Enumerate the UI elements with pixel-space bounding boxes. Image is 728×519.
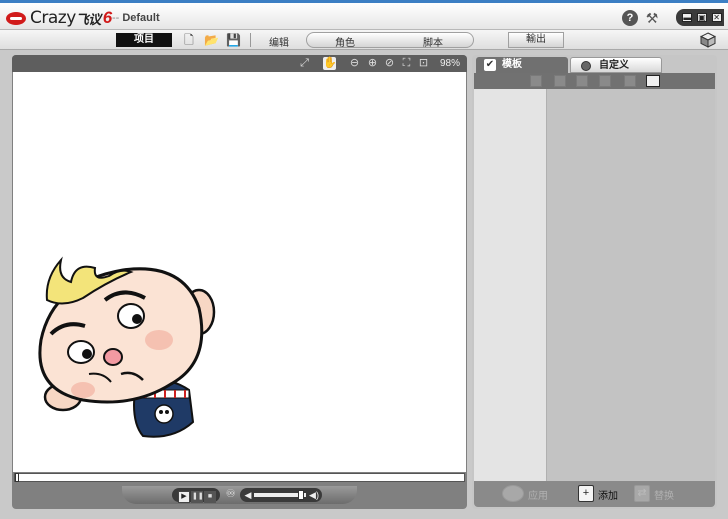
paste-icon[interactable] [599,75,611,87]
title-bar: Crazy 飞议 6 -- Default ? ⚒ ▬ ▣ ✕ [0,0,728,30]
tab-template-label: 模板 [502,59,522,70]
menu-script[interactable]: 脚本 [418,34,448,49]
volume-high-icon[interactable]: ◀) [308,489,320,501]
transport-group: ▶ ❚❚ ■ [172,488,220,503]
playback-controls: ▶ ❚❚ ■ ♾ ◀ ◀) [122,486,357,504]
volume-group: ◀ ◀) [240,488,322,502]
logo-version: 6 [102,8,113,27]
app-logo: Crazy 飞议 6 [6,8,112,28]
hand-tool-icon[interactable]: ✋ [323,57,337,70]
tab-custom[interactable]: 自定义 [570,57,662,73]
tools-icon[interactable]: ⚒ [643,9,661,27]
volume-slider-knob[interactable] [297,490,304,500]
cube-icon[interactable] [700,32,716,48]
apply-icon[interactable] [502,485,524,502]
delete-icon[interactable] [624,75,636,87]
item-list[interactable] [546,89,715,481]
radio-icon [581,61,591,71]
play-button[interactable]: ▶ [178,491,190,503]
menu-edit[interactable]: 编辑 [262,34,296,49]
replace-button[interactable]: 替换 [654,487,674,502]
zoom-out-icon[interactable]: ⊖ [348,57,361,70]
menu-role[interactable]: 角色 [330,34,360,49]
actual-size-icon[interactable]: ⊡ [417,57,430,70]
save-icon[interactable]: 💾 [226,33,241,47]
library-panel: ✔ 模板 自定义 应用 + 添加 ⇄ 替换 [472,55,717,509]
copy-icon[interactable] [576,75,588,87]
no-zoom-icon[interactable]: ⊘ [383,57,396,70]
menu-divider [250,33,251,47]
volume-low-icon[interactable]: ◀ [242,489,254,501]
panel-footer: 应用 + 添加 ⇄ 替换 [474,481,715,507]
logo-cn: 飞议 [75,12,102,28]
category-list[interactable] [474,89,546,481]
cartoon-character[interactable] [13,72,466,472]
stage-panel: ⤢ ✋ ⊖ ⊕ ⊘ ⛶ ⊡ 98% ▶ ❚❚ ■ ♾ ◀ ◀) [12,55,467,509]
zoom-in-icon[interactable]: ⊕ [366,57,379,70]
stop-button[interactable]: ■ [204,491,216,503]
add-button[interactable]: 添加 [598,487,618,502]
document-name: Default [122,12,160,24]
preview-icon[interactable] [646,75,660,87]
lips-logo-icon [6,11,26,25]
tab-template[interactable]: ✔ 模板 [476,57,568,73]
panel-toolbar [474,73,715,89]
fullscreen-icon[interactable]: ⛶ [400,57,413,70]
loop-icon[interactable]: ♾ [224,488,237,501]
folder-icon[interactable] [530,75,542,87]
checkmark-icon: ✔ [484,59,496,71]
stage-toolbar: ⤢ ✋ ⊖ ⊕ ⊘ ⛶ ⊡ 98% [12,55,467,72]
timeline-playhead[interactable] [15,473,19,482]
window-controls: ▬ ▣ ✕ [676,9,724,26]
timeline-track[interactable] [14,473,465,482]
maximize-button[interactable]: ▣ [696,13,707,22]
pause-button[interactable]: ❚❚ [191,491,204,503]
replace-icon[interactable]: ⇄ [634,485,650,502]
help-button[interactable]: ? [622,10,638,26]
logo-text: Crazy [30,8,76,28]
zoom-level: 98% [440,58,461,69]
new-file-icon[interactable]: 🗋 [182,33,196,47]
add-icon[interactable]: + [578,485,594,502]
close-button[interactable]: ✕ [711,13,722,22]
tab-custom-label: 自定义 [599,60,629,71]
menu-output[interactable]: 輸出 [508,32,564,48]
apply-button[interactable]: 应用 [528,487,548,502]
menu-bar: 项目 🗋 📂 💾 编辑 角色 脚本 輸出 [0,30,728,50]
open-folder-icon[interactable]: 📂 [204,33,219,47]
fit-view-icon[interactable]: ⤢ [298,57,311,70]
stage-canvas[interactable] [13,72,466,472]
document-icon[interactable] [554,75,566,87]
title-dash: -- [112,12,120,24]
minimize-button[interactable]: ▬ [682,13,693,22]
document-title: -- Default [112,12,160,24]
menu-project[interactable]: 项目 [116,33,172,47]
